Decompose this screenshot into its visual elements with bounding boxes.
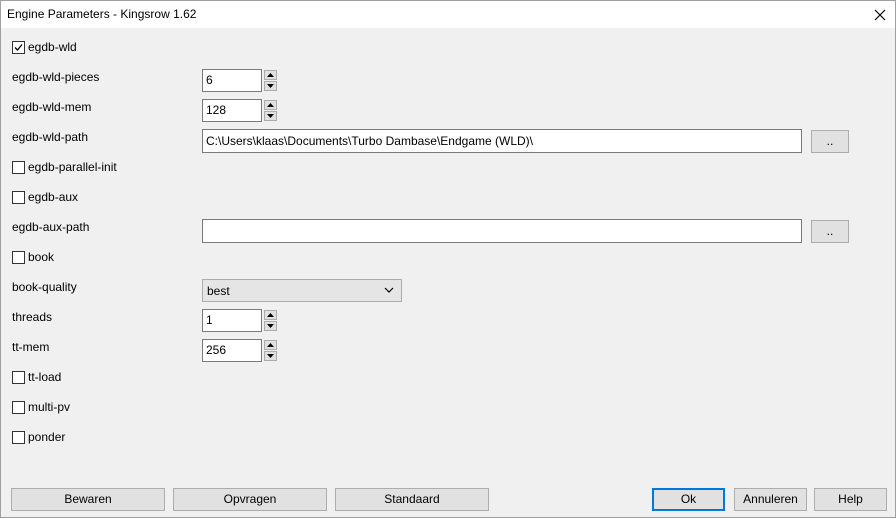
spin-down-icon [267, 114, 274, 118]
checkmark-icon [14, 43, 23, 51]
egdb-wld-mem-label: egdb-wld-mem [12, 100, 92, 114]
egdb-wld-checkbox-row[interactable]: egdb-wld [12, 40, 77, 54]
egdb-wld-path-browse-button[interactable]: .. [811, 130, 849, 153]
multi-pv-checkbox[interactable] [12, 400, 25, 414]
tt-mem-up-button[interactable] [264, 340, 277, 350]
ponder-checkbox[interactable] [12, 430, 25, 444]
multi-pv-label: multi-pv [28, 400, 71, 414]
egdb-wld-pieces-label: egdb-wld-pieces [12, 70, 100, 84]
tt-load-checkbox-row[interactable]: tt-load [12, 370, 61, 384]
title-bar: Engine Parameters - Kingsrow 1.62 [1, 1, 895, 28]
spin-down-icon [267, 84, 274, 88]
engine-parameters-dialog: Engine Parameters - Kingsrow 1.62 egdb-w… [0, 0, 896, 518]
close-button[interactable] [865, 1, 895, 28]
book-quality-select[interactable]: best [202, 279, 402, 302]
spin-up-icon [267, 103, 274, 107]
spin-down-icon [267, 354, 274, 358]
threads-down-button[interactable] [264, 321, 277, 331]
threads-label: threads [12, 310, 53, 324]
tt-mem-label: tt-mem [12, 340, 50, 354]
egdb-parallel-init-checkbox-row[interactable]: egdb-parallel-init [12, 160, 117, 174]
egdb-wld-pieces-input[interactable]: 6 [202, 69, 262, 92]
egdb-wld-pieces-up-button[interactable] [264, 70, 277, 80]
egdb-aux-checkbox-row[interactable]: egdb-aux [12, 190, 78, 204]
book-label: book [28, 250, 55, 264]
book-checkbox-row[interactable]: book [12, 250, 54, 264]
threads-input[interactable]: 1 [202, 309, 262, 332]
egdb-aux-label: egdb-aux [28, 190, 79, 204]
ponder-label: ponder [28, 430, 66, 444]
tt-load-label: tt-load [28, 370, 62, 384]
spin-up-icon [267, 313, 274, 317]
egdb-wld-pieces-down-button[interactable] [264, 81, 277, 91]
spin-up-icon [267, 343, 274, 347]
help-button[interactable]: Help [814, 488, 887, 511]
book-quality-value: best [207, 284, 230, 298]
egdb-wld-mem-down-button[interactable] [264, 111, 277, 121]
egdb-parallel-init-label: egdb-parallel-init [28, 160, 117, 174]
save-button[interactable]: Bewaren [11, 488, 165, 511]
egdb-aux-path-browse-button[interactable]: .. [811, 220, 849, 243]
egdb-aux-path-input[interactable] [202, 219, 802, 243]
egdb-wld-mem-up-button[interactable] [264, 100, 277, 110]
spin-up-icon [267, 73, 274, 77]
cancel-button[interactable]: Annuleren [734, 488, 807, 511]
egdb-aux-path-label: egdb-aux-path [12, 220, 90, 234]
egdb-parallel-init-checkbox[interactable] [12, 160, 25, 174]
book-quality-label: book-quality [12, 280, 77, 294]
egdb-wld-mem-input[interactable]: 128 [202, 99, 262, 122]
tt-mem-down-button[interactable] [264, 351, 277, 361]
egdb-wld-label: egdb-wld [28, 40, 77, 54]
egdb-wld-pieces-spinner: 6 [202, 69, 277, 92]
threads-spinner: 1 [202, 309, 277, 332]
chevron-down-icon [384, 287, 394, 293]
multi-pv-checkbox-row[interactable]: multi-pv [12, 400, 70, 414]
spin-down-icon [267, 324, 274, 328]
close-icon [874, 9, 886, 20]
tt-mem-input[interactable]: 256 [202, 339, 262, 362]
egdb-wld-path-label: egdb-wld-path [12, 130, 89, 144]
ponder-checkbox-row[interactable]: ponder [12, 430, 65, 444]
book-checkbox[interactable] [12, 250, 25, 264]
threads-up-button[interactable] [264, 310, 277, 320]
tt-load-checkbox[interactable] [12, 370, 25, 384]
standard-button[interactable]: Standaard [335, 488, 489, 511]
tt-mem-spinner: 256 [202, 339, 277, 362]
query-button[interactable]: Opvragen [173, 488, 327, 511]
window-title: Engine Parameters - Kingsrow 1.62 [7, 7, 197, 21]
egdb-aux-checkbox[interactable] [12, 190, 25, 204]
egdb-wld-checkbox[interactable] [12, 40, 25, 54]
egdb-wld-path-input[interactable]: C:\Users\klaas\Documents\Turbo Dambase\E… [202, 129, 802, 153]
egdb-wld-mem-spinner: 128 [202, 99, 277, 122]
ok-button[interactable]: Ok [652, 488, 725, 511]
